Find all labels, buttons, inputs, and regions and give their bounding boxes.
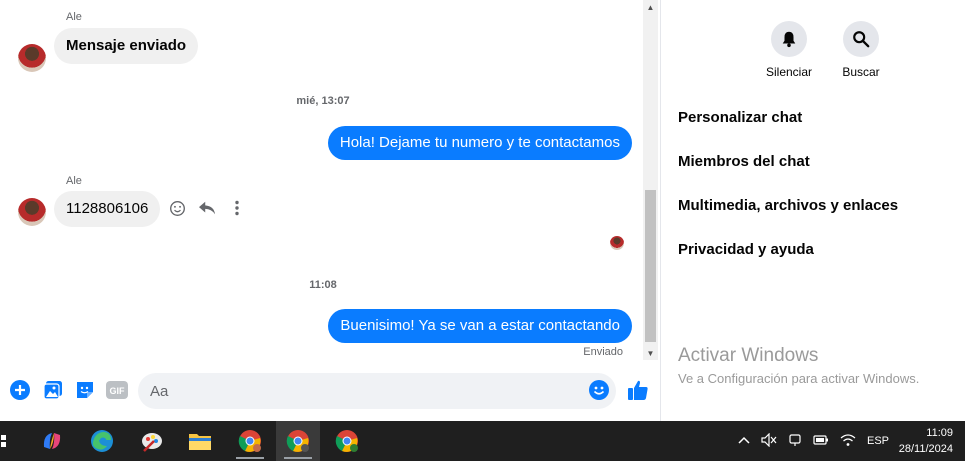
bell-icon: [771, 21, 807, 57]
section-privacy-help[interactable]: Privacidad y ayuda: [678, 241, 965, 258]
section-label: Miembros del chat: [678, 153, 810, 170]
taskbar: ESP 11:09 28/11/2024: [0, 421, 965, 461]
read-receipt-avatar: [610, 236, 624, 250]
file-explorer-icon[interactable]: [178, 421, 222, 461]
chevron-up-icon[interactable]: [738, 435, 750, 447]
emoji-icon[interactable]: [588, 379, 610, 401]
outgoing-message[interactable]: Buenisimo! Ya se van a estar contactando: [328, 309, 632, 343]
incoming-message[interactable]: 1128806106: [54, 191, 161, 227]
sender-name: Ale: [66, 175, 82, 187]
section-label: Multimedia, archivos y enlaces: [678, 197, 899, 214]
react-icon[interactable]: [168, 199, 186, 217]
paint-icon[interactable]: [130, 421, 174, 461]
battery-icon[interactable]: [813, 434, 829, 449]
more-options-icon[interactable]: [228, 199, 246, 217]
system-tray: ESP: [738, 421, 889, 461]
message-status: Enviado: [583, 346, 623, 358]
language-indicator[interactable]: ESP: [867, 435, 889, 447]
search-icon: [843, 21, 879, 57]
speaker-muted-icon[interactable]: [761, 432, 777, 450]
scrollbar-thumb[interactable]: [645, 190, 656, 342]
like-icon[interactable]: [627, 379, 649, 401]
mute-label: Silenciar: [765, 65, 813, 79]
search-label: Buscar: [842, 65, 880, 79]
device-icon[interactable]: [788, 433, 802, 450]
section-label: Personalizar chat: [678, 109, 803, 126]
copilot-icon[interactable]: [30, 421, 74, 461]
chat-panel: Ale Mensaje enviado mié, 13:07 Hola! Dej…: [0, 0, 661, 421]
reply-icon[interactable]: [198, 199, 216, 217]
message-input[interactable]: [138, 373, 616, 409]
chat-scrollbar[interactable]: ▲ ▼: [643, 0, 658, 360]
chrome-profile-1-icon[interactable]: [228, 421, 272, 461]
photo-icon[interactable]: [42, 379, 64, 401]
clock-date: 28/11/2024: [898, 443, 953, 455]
avatar[interactable]: [18, 198, 46, 226]
watermark-subtitle: Ve a Configuración para activar Windows.: [678, 371, 920, 386]
plus-icon[interactable]: [9, 379, 31, 401]
section-chat-members[interactable]: Miembros del chat: [678, 153, 965, 170]
svg-text:GIF: GIF: [110, 386, 126, 396]
avatar[interactable]: [18, 44, 46, 72]
timestamp: mié, 13:07: [296, 95, 350, 107]
section-label: Privacidad y ayuda: [678, 241, 814, 258]
chrome-profile-3-icon[interactable]: [325, 421, 369, 461]
watermark-title: Activar Windows: [678, 345, 819, 366]
wifi-icon[interactable]: [840, 433, 856, 450]
scroll-up-icon[interactable]: ▲: [643, 0, 658, 14]
activate-windows-watermark: Activar Windows Ve a Configuración para …: [678, 345, 919, 386]
search-button[interactable]: Buscar: [821, 21, 901, 79]
edge-icon[interactable]: [80, 421, 124, 461]
scroll-down-icon[interactable]: ▼: [643, 346, 658, 360]
message-composer: GIF: [0, 370, 660, 412]
system-clock[interactable]: 11:09 28/11/2024: [899, 425, 953, 457]
chrome-profile-2-icon[interactable]: [276, 421, 320, 461]
app-window: Ale Mensaje enviado mié, 13:07 Hola! Dej…: [0, 0, 965, 461]
widgets-icon[interactable]: [0, 421, 16, 461]
sender-name: Ale: [66, 11, 82, 23]
incoming-message[interactable]: Mensaje enviado: [54, 28, 199, 64]
section-media-files-links[interactable]: Multimedia, archivos y enlaces: [678, 197, 965, 214]
sticker-icon[interactable]: [74, 379, 96, 401]
mute-button[interactable]: Silenciar: [749, 21, 829, 79]
outgoing-message[interactable]: Hola! Dejame tu numero y te contactamos: [327, 126, 632, 160]
clock-time: 11:09: [926, 427, 953, 439]
section-customize-chat[interactable]: Personalizar chat: [678, 109, 965, 126]
message-actions: [168, 199, 246, 217]
gif-icon[interactable]: GIF: [105, 379, 129, 401]
chat-info-panel: Silenciar Buscar Personalizar chat Miemb…: [662, 0, 965, 421]
timestamp: 11:08: [309, 279, 337, 291]
